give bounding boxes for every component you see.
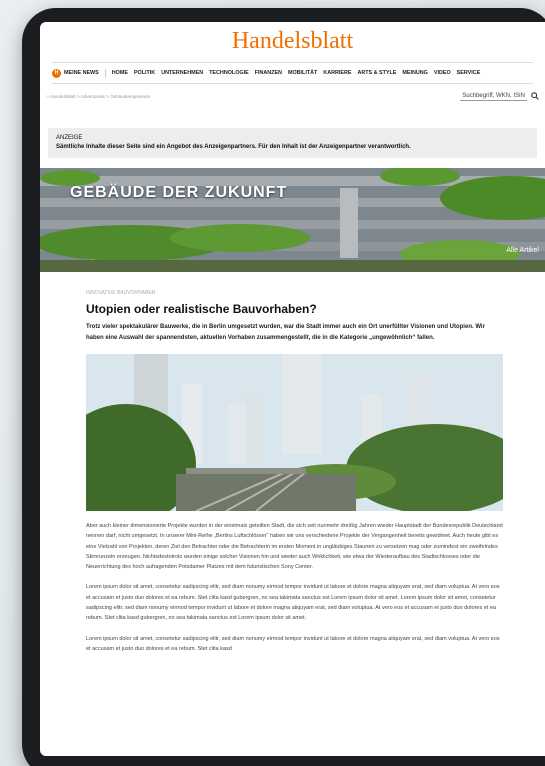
nav-item-unternehmen[interactable]: UNTERNEHMEN [161,70,203,76]
all-articles-link[interactable]: Alle Artikel [506,247,539,254]
article-paragraph-1: Aber auch kleiner dimensionierte Projekt… [86,523,503,571]
my-news-label: MEINE NEWS [64,70,99,76]
main-navigation: H MEINE NEWS HOME POLITIK UNTERNEHMEN TE… [52,62,533,84]
handelsblatt-badge-icon: H [52,68,61,78]
nav-item-video[interactable]: VIDEO [434,70,451,76]
article-hero-image [86,354,503,511]
search-box: Suchbegriff, WKN, ISIN [460,92,539,101]
nav-item-karriere[interactable]: KARRIERE [323,70,351,76]
my-news-link[interactable]: H MEINE NEWS [52,68,106,78]
ad-disclaimer: Sämtliche Inhalte dieser Seite sind ein … [56,144,411,150]
nav-item-arts-style[interactable]: ARTS & STYLE [357,70,396,76]
article-headline: Utopien oder realistische Bauvorhaben? [86,302,317,316]
article-lead: Trotz vieler spektakulärer Bauwerke, die… [86,324,485,341]
nav-item-finanzen[interactable]: FINANZEN [255,70,282,76]
section-banner[interactable]: GEBÄUDE DER ZUKUNFT Alle Artikel [40,168,545,272]
nav-item-politik[interactable]: POLITIK [134,70,155,76]
article-kicker: INNOVATIVE BAUVORHABEN [86,290,156,296]
article-paragraph-3: Lorem ipsum dolor sit amet, consetetur s… [86,635,500,652]
breadcrumb-row: ⌂ Handelsblatt > Advertorials > Gebäudei… [46,84,539,108]
site-logo[interactable]: Handelsblatt [40,22,545,62]
nav-item-service[interactable]: SERVICE [457,70,481,76]
nav-item-meinung[interactable]: MEINUNG [402,70,427,76]
ad-label: ANZEIGE [56,135,83,141]
nav-item-mobilitaet[interactable]: MOBILITÄT [288,70,317,76]
article-paragraph-2: Lorem ipsum dolor sit amet, consetetur s… [86,584,500,622]
banner-title: GEBÄUDE DER ZUKUNFT [70,184,288,201]
article: INNOVATIVE BAUVORHABEN Utopien oder real… [40,290,545,654]
breadcrumb: ⌂ Handelsblatt > Advertorials > Gebäudei… [46,94,150,99]
skyline-illustration [86,354,503,511]
search-icon[interactable] [531,92,539,100]
nav-item-technologie[interactable]: TECHNOLOGIE [209,70,249,76]
ad-notice: ANZEIGE Sämtliche Inhalte dieser Seite s… [48,128,537,158]
breadcrumb-path[interactable]: Handelsblatt > Advertorials > Gebäudeing… [50,94,150,99]
nav-item-home[interactable]: HOME [112,70,128,76]
browser-screen: Handelsblatt H MEINE NEWS HOME POLITIK U… [40,22,545,756]
search-input[interactable]: Suchbegriff, WKN, ISIN [460,92,527,101]
